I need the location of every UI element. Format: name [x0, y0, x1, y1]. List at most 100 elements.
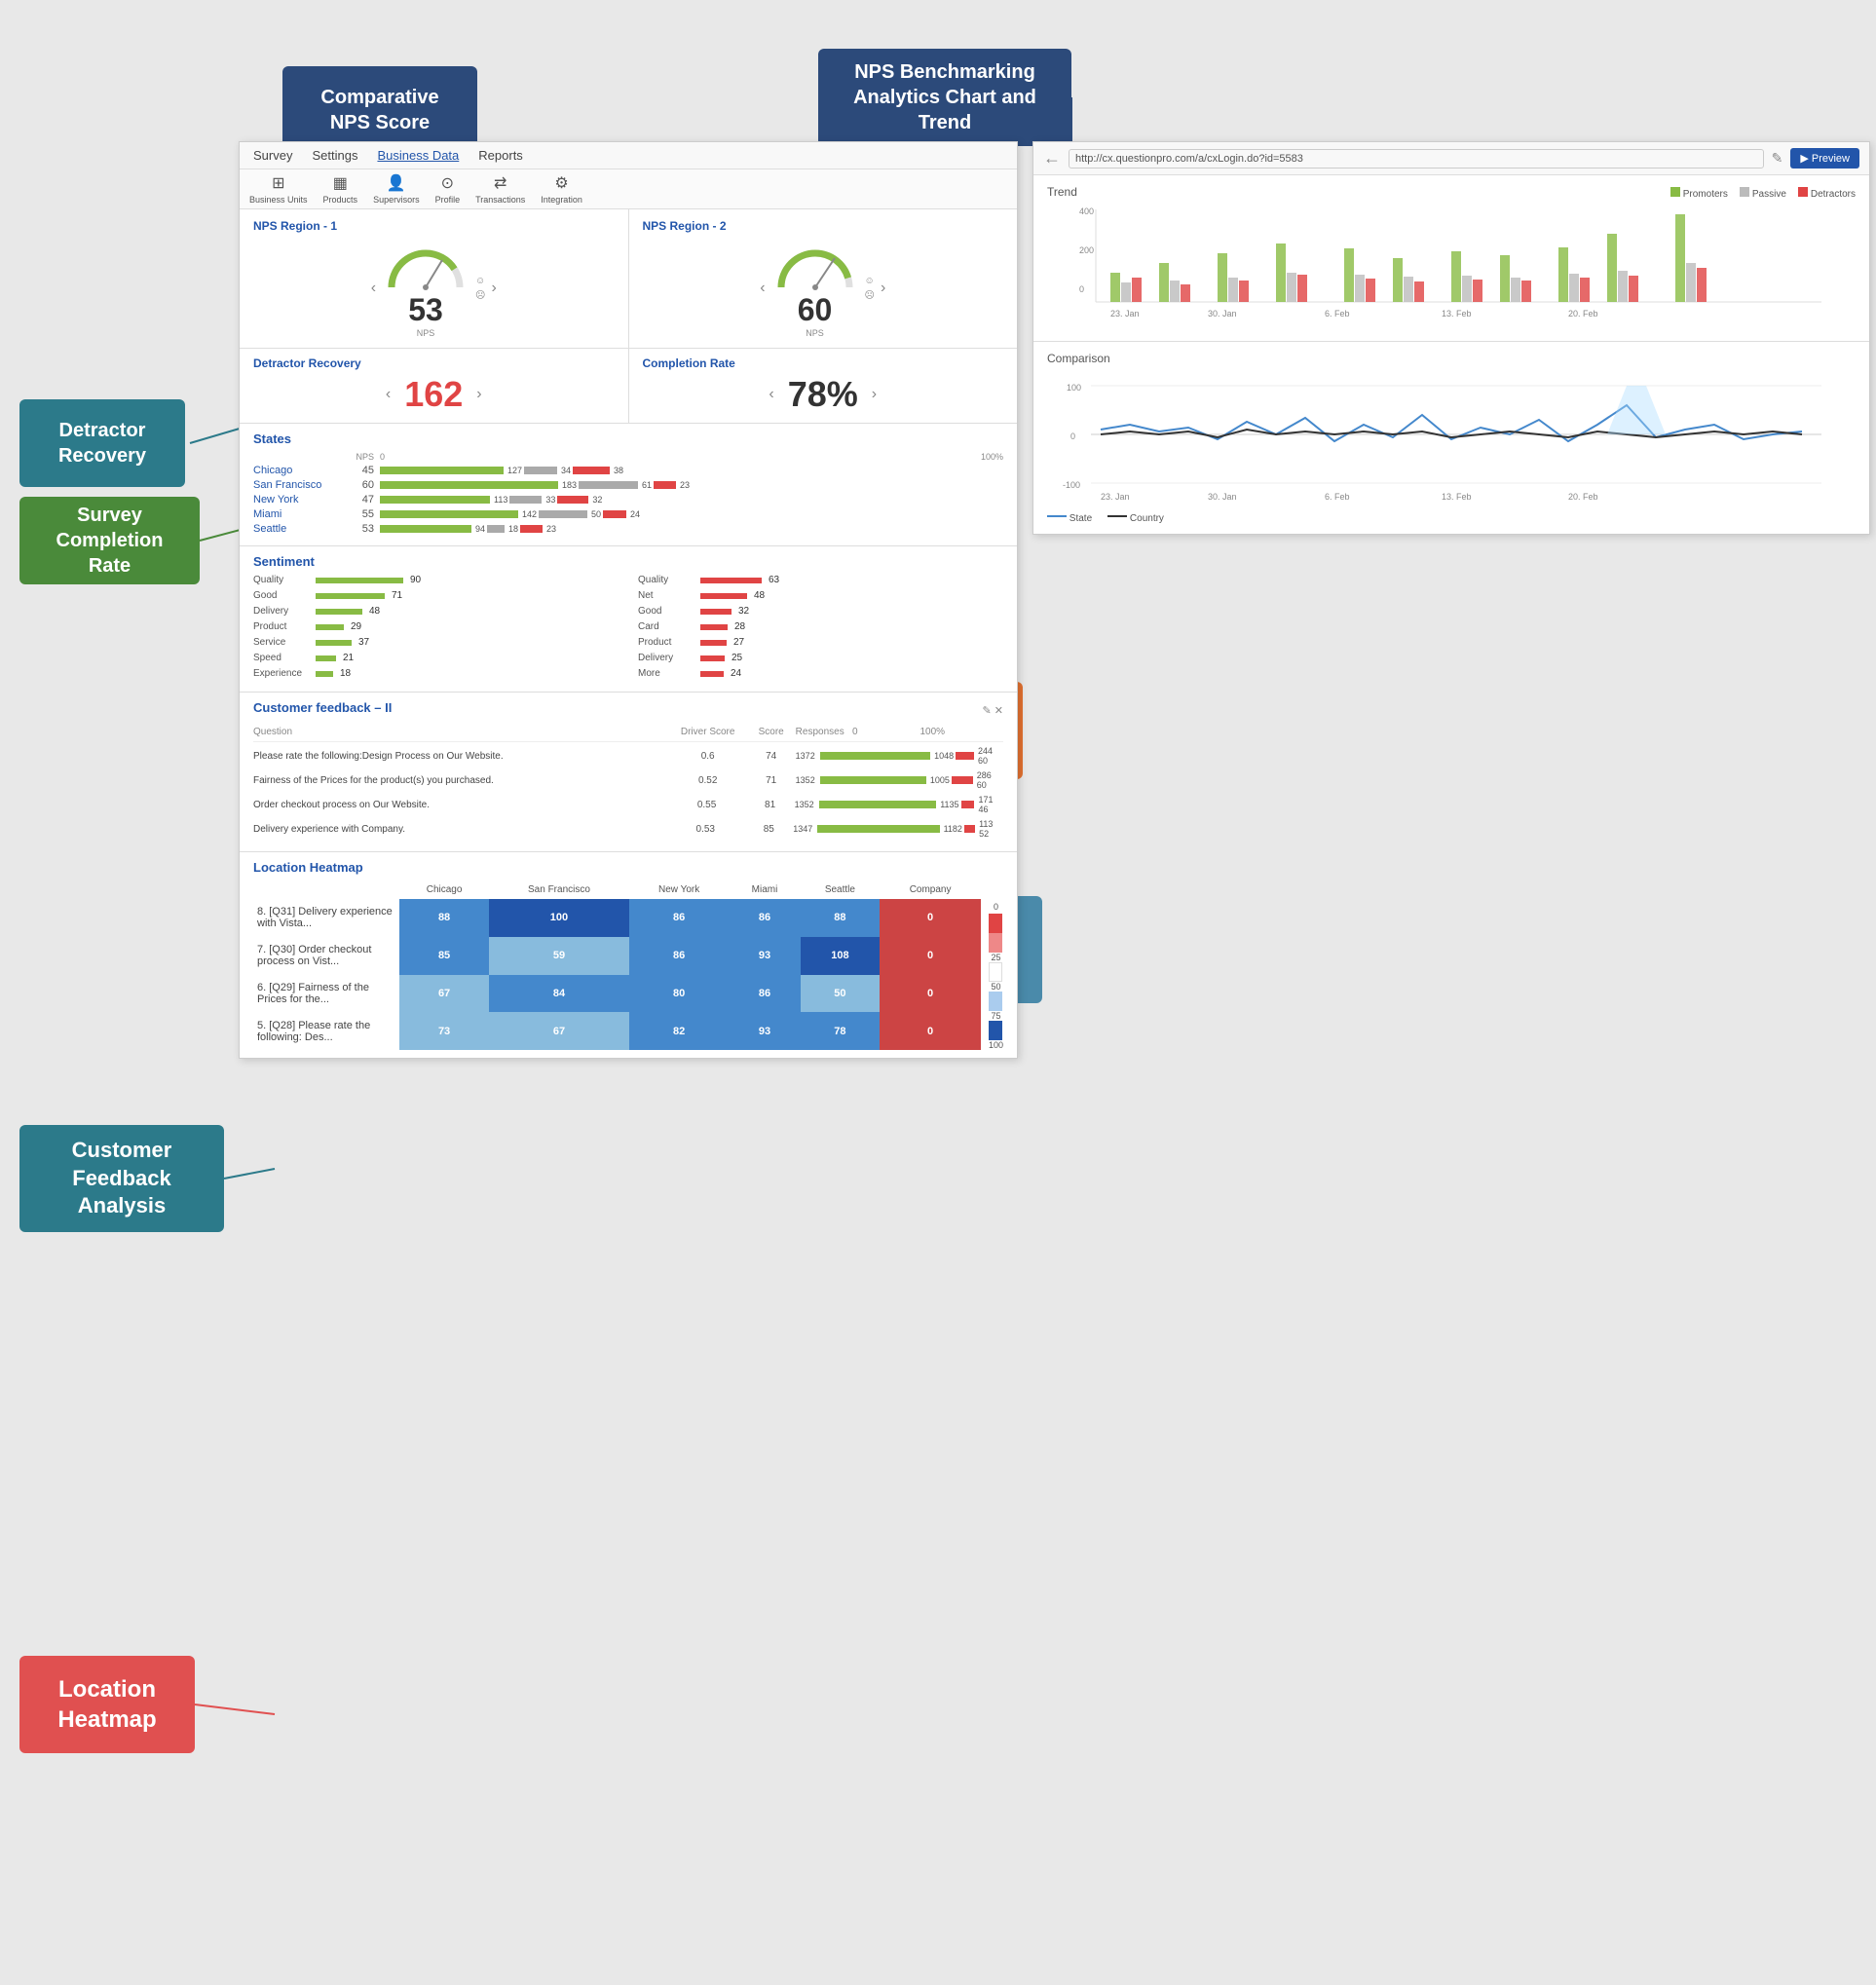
nav-survey[interactable]: Survey: [253, 148, 292, 163]
sent-more: More 24: [638, 668, 1003, 679]
gauge-2-next[interactable]: ›: [881, 280, 885, 297]
nav-business-data[interactable]: Business Data: [377, 148, 459, 163]
sent-net: Net 48: [638, 590, 1003, 601]
nps-region-1: NPS Region - 1 ‹ 53 NPS ☺ ☹: [240, 209, 629, 348]
sent-delivery-right: Delivery 25: [638, 653, 1003, 663]
gauge-2-wrap: 60 NPS: [771, 239, 859, 338]
tool-supervisors[interactable]: 👤 Supervisors: [373, 173, 420, 205]
nps-regions-row: NPS Region - 1 ‹ 53 NPS ☺ ☹: [240, 209, 1017, 349]
feedback-row-2: Fairness of the Prices for the product(s…: [253, 770, 1003, 790]
gauge-1-wrap: 53 NPS: [382, 239, 469, 338]
state-san-francisco: San Francisco 60 183 61 23: [253, 479, 1003, 491]
heatmap-row-1: 8. [Q31] Delivery experience with Vista.…: [253, 899, 981, 937]
svg-text:6. Feb: 6. Feb: [1325, 309, 1350, 318]
completion-rate-box: Completion Rate ‹ 78% ›: [629, 349, 1018, 423]
products-icon: ▦: [333, 173, 348, 193]
transactions-icon: ⇄: [494, 173, 507, 193]
detractor-prev[interactable]: ‹: [386, 386, 391, 403]
trend-chart-svg: 400 200 0: [1047, 205, 1856, 331]
gauge-1-container: ‹ 53 NPS ☺ ☹ ›: [253, 239, 615, 338]
gauge-2-svg: [771, 239, 859, 292]
sent-product-right: Product 27: [638, 637, 1003, 648]
gauge-2-label: NPS: [806, 328, 824, 338]
sentiment-left-col: Quality 90 Good 71 Delivery 48 Product: [253, 575, 619, 684]
tool-business-units[interactable]: ⊞ Business Units: [249, 173, 308, 205]
comparison-title: Comparison: [1047, 352, 1856, 365]
heatmap-row-2: 7. [Q30] Order checkout process on Vist.…: [253, 937, 981, 975]
svg-text:0: 0: [1079, 284, 1084, 294]
svg-text:400: 400: [1079, 206, 1094, 216]
svg-text:200: 200: [1079, 245, 1094, 255]
feedback-row-4: Delivery experience with Company. 0.53 8…: [253, 819, 1003, 839]
sent-good: Good 71: [253, 590, 619, 601]
sent-good-right: Good 32: [638, 606, 1003, 617]
comparison-legend: State Country: [1047, 511, 1856, 524]
profile-icon: ⊙: [441, 173, 454, 193]
sent-quality-left: Quality 90: [253, 575, 619, 585]
heatmap-section: Location Heatmap Chicago San Francisco N…: [240, 852, 1017, 1058]
completion-next[interactable]: ›: [872, 386, 877, 403]
state-chicago: Chicago 45 127 34 38: [253, 465, 1003, 476]
feedback-header: Question Driver Score Score Responses 0 …: [253, 727, 1003, 742]
integration-icon: ⚙: [554, 173, 568, 193]
heatmap-row-4: 5. [Q28] Please rate the following: Des.…: [253, 1012, 981, 1050]
tool-products[interactable]: ▦ Products: [323, 173, 358, 205]
tool-integration[interactable]: ⚙ Integration: [541, 173, 582, 205]
completion-value-row: ‹ 78% ›: [643, 374, 1004, 415]
preview-button[interactable]: ▶ Preview: [1790, 148, 1859, 169]
business-units-icon: ⊞: [272, 173, 284, 193]
trend-legend: Promoters Passive Detractors: [1670, 187, 1856, 200]
gauge-1-prev[interactable]: ‹: [371, 280, 376, 297]
svg-text:30. Jan: 30. Jan: [1208, 492, 1237, 502]
url-display: http://cx.questionpro.com/a/cxLogin.do?i…: [1069, 149, 1764, 169]
nav-bar: Survey Settings Business Data Reports: [240, 142, 1017, 169]
states-section: States NPS 0 100% Chicago 45 127 34 38: [240, 424, 1017, 546]
nav-settings[interactable]: Settings: [312, 148, 357, 163]
label-survey-completion: Survey CompletionRate: [19, 497, 200, 584]
sent-experience: Experience 18: [253, 668, 619, 679]
nav-reports[interactable]: Reports: [478, 148, 523, 163]
detractor-recovery-box: Detractor Recovery ‹ 162 ›: [240, 349, 629, 423]
state-miami: Miami 55 142 50 24: [253, 508, 1003, 520]
svg-text:0: 0: [1070, 431, 1075, 441]
tool-profile[interactable]: ⊙ Profile: [435, 173, 461, 205]
sent-service: Service 37: [253, 637, 619, 648]
gauge-2-prev[interactable]: ‹: [760, 280, 765, 297]
feedback-row-1: Please rate the following:Design Process…: [253, 746, 1003, 766]
gauge-2-value: 60: [798, 292, 833, 328]
svg-text:20. Feb: 20. Feb: [1568, 309, 1598, 318]
sent-card: Card 28: [638, 621, 1003, 632]
svg-text:6. Feb: 6. Feb: [1325, 492, 1350, 502]
completion-prev[interactable]: ‹: [769, 386, 773, 403]
heatmap-row-3: 6. [Q29] Fairness of the Prices for the.…: [253, 975, 981, 1013]
sent-delivery-left: Delivery 48: [253, 606, 619, 617]
heatmap-table: Chicago San Francisco New York Miami Sea…: [253, 880, 981, 1050]
detractor-value-row: ‹ 162 ›: [253, 374, 615, 415]
svg-text:-100: -100: [1063, 480, 1080, 490]
gauge-1-svg: [382, 239, 469, 292]
back-button[interactable]: ←: [1043, 148, 1061, 169]
feedback-row-3: Order checkout process on Our Website. 0…: [253, 795, 1003, 814]
state-new-york: New York 47 113 33 32: [253, 494, 1003, 506]
label-detractor-recovery: DetractorRecovery: [19, 399, 185, 487]
sent-speed: Speed 21: [253, 653, 619, 663]
states-title: States: [253, 431, 1003, 446]
dashboard-panel: Survey Settings Business Data Reports ⊞ …: [239, 141, 1018, 1059]
state-seattle: Seattle 53 94 18 23: [253, 523, 1003, 535]
gauge-2-container: ‹ 60 NPS ☺ ☹ ›: [643, 239, 1004, 338]
heatmap-title: Location Heatmap: [253, 860, 1003, 875]
sentiment-section: Sentiment Quality 90 Good 71 Delivery 48: [240, 546, 1017, 693]
comparison-chart-svg: 100 0 -100 23. Jan 30. Jan 6. Feb 13. Fe…: [1047, 371, 1856, 507]
edit-url-button[interactable]: ✎: [1772, 150, 1783, 167]
supervisors-icon: 👤: [387, 173, 406, 193]
gauge-1-value: 53: [408, 292, 443, 328]
region-2-title: NPS Region - 2: [643, 219, 1004, 233]
svg-text:23. Jan: 23. Jan: [1110, 309, 1140, 318]
sentiment-cols: Quality 90 Good 71 Delivery 48 Product: [253, 575, 1003, 684]
address-bar: ← http://cx.questionpro.com/a/cxLogin.do…: [1033, 142, 1869, 175]
toolbar: ⊞ Business Units ▦ Products 👤 Supervisor…: [240, 169, 1017, 209]
comparison-section: Comparison 100 0 -100 23. Jan 30. Jan 6.…: [1033, 342, 1869, 534]
detractor-next[interactable]: ›: [476, 386, 481, 403]
tool-transactions[interactable]: ⇄ Transactions: [475, 173, 525, 205]
gauge-1-next[interactable]: ›: [491, 280, 496, 297]
